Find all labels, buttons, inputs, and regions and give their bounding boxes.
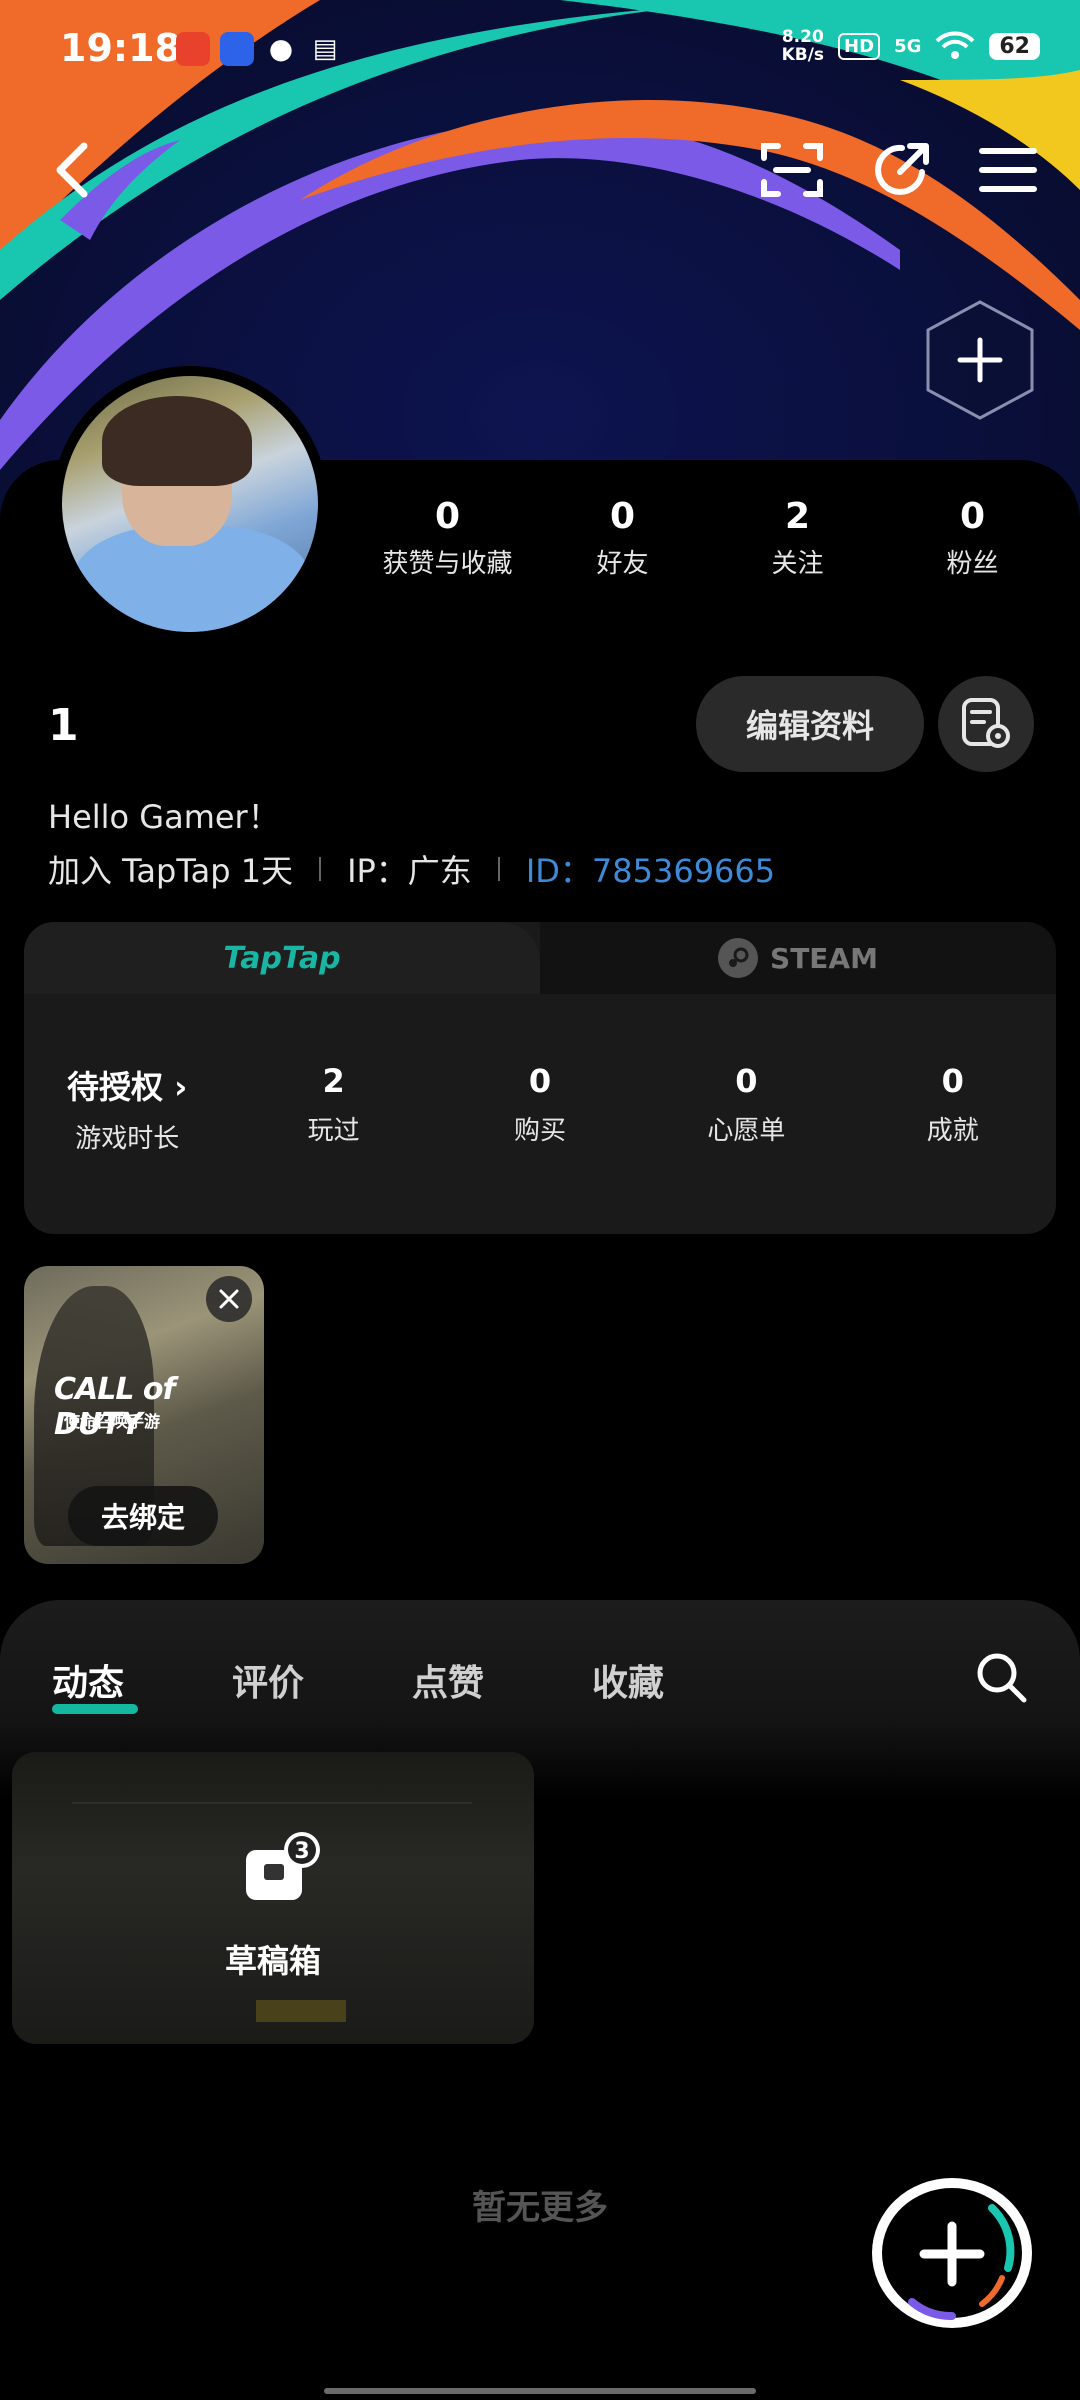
tab-favorites[interactable]: 收藏: [592, 1654, 772, 1706]
user-id[interactable]: ID：785369665: [526, 846, 775, 892]
clock: 19:18: [60, 26, 181, 70]
back-button[interactable]: [32, 130, 112, 210]
draft-icon: 3: [240, 1828, 330, 1918]
chevron-left-icon: [56, 142, 88, 198]
tab-taptap[interactable]: TapTap: [24, 922, 540, 994]
game-bind-tile[interactable]: CALL of DUTY 使命召唤手游 去绑定: [24, 1266, 264, 1564]
stat-friends[interactable]: 0 好友: [543, 496, 703, 580]
scan-icon: [761, 143, 823, 197]
tab-label: 收藏: [592, 1663, 665, 1704]
stat-playtime[interactable]: 待授权 › 游戏时长: [24, 1062, 230, 1155]
stat-played[interactable]: 2 玩过: [230, 1062, 436, 1155]
stat-value: 0: [528, 1062, 552, 1100]
close-icon: [219, 1289, 239, 1309]
stat-value: 2: [784, 496, 811, 537]
stat-fans[interactable]: 0 粉丝: [893, 496, 1053, 580]
notification-icons: ● ▤: [176, 32, 342, 66]
stat-likes[interactable]: 0 获赞与收藏: [368, 496, 528, 580]
profile-meta: 加入 TapTap 1天 IP：广东 ID：785369665: [48, 846, 775, 892]
join-date: 加入 TapTap 1天: [48, 852, 294, 890]
draft-label: 草稿箱: [224, 1942, 321, 1980]
tab-label: 动态: [52, 1663, 125, 1704]
stat-value: 0: [609, 496, 636, 537]
game-subtitle: 使命召唤手游: [64, 1412, 161, 1431]
stat-value: 0: [434, 496, 461, 537]
tab-steam-label: STEAM: [770, 941, 878, 975]
draft-box-card[interactable]: 3 草稿箱: [12, 1752, 534, 2044]
stat-value: 待授权 ›: [67, 1068, 188, 1106]
profile-stats: 0 获赞与收藏 0 好友 2 关注 0 粉丝: [360, 496, 1060, 580]
tab-reviews[interactable]: 评价: [232, 1654, 412, 1706]
book-icon: ▤: [312, 34, 338, 64]
close-button[interactable]: [206, 1276, 252, 1322]
stat-label: 获赞与收藏: [382, 549, 513, 579]
battery-indicator: 62: [989, 32, 1040, 60]
hd-badge: HD: [838, 32, 881, 60]
add-button[interactable]: [922, 298, 1038, 422]
stat-purchased[interactable]: 0 购买: [437, 1062, 643, 1155]
plus-icon: [908, 2204, 1015, 2320]
home-indicator[interactable]: [324, 2388, 756, 2394]
profile-settings-button[interactable]: [938, 676, 1034, 772]
stat-label: 游戏时长: [75, 1124, 180, 1154]
edit-profile-button[interactable]: 编辑资料: [696, 676, 924, 772]
share-icon: [875, 143, 929, 195]
stat-value: 2: [322, 1062, 345, 1100]
stat-value: 0: [735, 1062, 758, 1100]
tab-label: 点赞: [412, 1663, 485, 1704]
game-platform-card: TapTap STEAM 待授权 › 游戏时长 2 玩过 0 购买 0 心愿单 …: [24, 922, 1056, 1234]
stat-value: 0: [941, 1062, 964, 1100]
menu-button[interactable]: [968, 130, 1048, 210]
stat-following[interactable]: 2 关注: [718, 496, 878, 580]
stat-label: 粉丝: [946, 549, 999, 579]
net-speed-value: 8.20: [781, 27, 824, 47]
search-button[interactable]: [974, 1650, 1030, 1710]
menu-icon: [979, 148, 1037, 192]
scan-button[interactable]: [752, 130, 832, 210]
avatar[interactable]: [52, 366, 328, 642]
qq-icon: ●: [268, 32, 294, 65]
net-speed: 8.20 KB/s: [782, 28, 824, 64]
draft-count: 3: [294, 1839, 309, 1864]
active-tab-indicator: [52, 1704, 138, 1714]
stat-label: 好友: [596, 549, 649, 579]
net-speed-unit: KB/s: [781, 45, 825, 65]
stat-label: 购买: [513, 1116, 566, 1146]
stat-label: 心愿单: [707, 1116, 786, 1146]
stat-value: 0: [959, 496, 986, 537]
ip-location: IP：广东: [347, 852, 472, 890]
tab-likes[interactable]: 点赞: [412, 1654, 592, 1706]
username: 1: [48, 700, 79, 751]
stat-label: 关注: [771, 549, 824, 579]
bind-button[interactable]: 去绑定: [68, 1486, 218, 1546]
stat-wishlist[interactable]: 0 心愿单: [643, 1062, 849, 1155]
status-bar: 19:18 ● ▤ 8.20 KB/s HD 5G 62: [0, 0, 1080, 100]
search-icon: [977, 1653, 1027, 1703]
tab-label: 评价: [232, 1663, 305, 1704]
stat-achievements[interactable]: 0 成就: [850, 1062, 1056, 1155]
bio: Hello Gamer！: [48, 798, 280, 836]
feed-tabs: 动态 评价 点赞 收藏: [52, 1654, 772, 1714]
app-notification-icon: [176, 32, 210, 66]
stat-label: 玩过: [307, 1116, 360, 1146]
signal-icon: 5G: [894, 35, 922, 57]
tab-posts[interactable]: 动态: [52, 1654, 232, 1714]
document-settings-icon: [962, 698, 1010, 748]
share-button[interactable]: [862, 130, 942, 210]
steam-icon: [718, 938, 759, 978]
baidu-icon: [220, 32, 254, 66]
wifi-icon: [935, 31, 975, 59]
stat-label: 成就: [926, 1116, 979, 1146]
tab-steam[interactable]: STEAM: [540, 922, 1056, 994]
create-post-button[interactable]: [872, 2178, 1032, 2328]
